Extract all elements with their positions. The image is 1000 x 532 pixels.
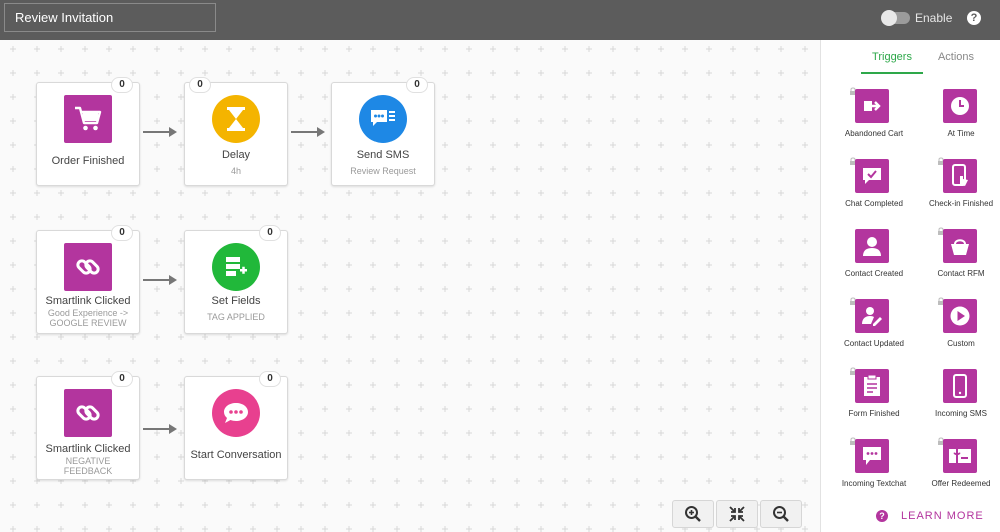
sms-bubble-icon (359, 95, 407, 143)
node-label: Order Finished (51, 155, 125, 167)
trigger-incoming-textchat[interactable]: Incoming Textchat (829, 434, 919, 504)
flow-arrow (143, 275, 177, 285)
flow-arrow (143, 424, 177, 434)
chat-dots-icon (212, 389, 260, 437)
enable-label: Enable (915, 11, 953, 25)
help-icon[interactable]: ? (967, 11, 981, 25)
cart-exit-icon (855, 89, 889, 123)
trigger-incoming-sms[interactable]: Incoming SMS (916, 364, 1000, 434)
trigger-label: Chat Completed (845, 199, 903, 208)
database-add-icon (212, 243, 260, 291)
zoom-out-icon (773, 506, 789, 522)
trigger-label: Custom (947, 339, 975, 348)
node-label: Start Conversation (190, 449, 282, 461)
trigger-contact-updated[interactable]: Contact Updated (829, 294, 919, 364)
trigger-label: At Time (947, 129, 975, 138)
help-icon: ? (876, 510, 888, 522)
node-start-conversation[interactable]: 0 Start Conversation (184, 371, 288, 480)
trigger-label: Incoming Textchat (841, 479, 907, 488)
node-sublabel: Review Request (350, 166, 416, 176)
trigger-abandoned-cart[interactable]: Abandoned Cart (829, 84, 919, 154)
node-count-badge: 0 (111, 225, 133, 241)
zoom-in-button[interactable] (672, 500, 714, 528)
trigger-label: Incoming SMS (934, 409, 988, 418)
flow-canvas[interactable]: 0 Order Finished 0 Delay 4h 0 Send SMS R… (0, 40, 820, 532)
person-icon (855, 229, 889, 263)
trigger-contact-rfm[interactable]: Contact RFM (916, 224, 1000, 294)
trigger-label: Form Finished (848, 409, 900, 418)
clipboard-icon (855, 369, 889, 403)
node-count-badge: 0 (189, 77, 211, 93)
node-count-badge: 0 (111, 77, 133, 93)
link-icon (64, 243, 112, 291)
person-edit-icon (855, 299, 889, 333)
trigger-label: Contact RFM (937, 269, 985, 278)
tab-actions[interactable]: Actions (929, 50, 983, 74)
trigger-offer-redeemed[interactable]: Offer Redeemed (916, 434, 1000, 504)
node-send-sms[interactable]: 0 Send SMS Review Request (331, 77, 435, 186)
trigger-custom[interactable]: Custom (916, 294, 1000, 364)
node-sublabel: NEGATIVE FEEDBACK (63, 456, 113, 476)
flow-arrow (143, 127, 177, 137)
compress-icon (729, 506, 745, 522)
node-label: Smartlink Clicked (45, 443, 131, 455)
hourglass-icon (212, 95, 260, 143)
trigger-check-in-finished[interactable]: Check-in Finished (916, 154, 1000, 224)
shopping-cart-icon (64, 95, 112, 143)
mobile-icon (943, 369, 977, 403)
link-icon (64, 389, 112, 437)
zoom-in-icon (685, 506, 701, 522)
trigger-at-time[interactable]: At Time (916, 84, 1000, 154)
clock-icon (943, 89, 977, 123)
chat-bubble-icon (855, 439, 889, 473)
gift-card-icon (943, 439, 977, 473)
node-count-badge: 0 (259, 371, 281, 387)
tab-triggers[interactable]: Triggers (861, 50, 923, 74)
top-bar: Enable ? (0, 0, 1000, 40)
zoom-out-button[interactable] (760, 500, 802, 528)
node-sublabel: TAG APPLIED (207, 312, 265, 322)
trigger-label: Check-in Finished (928, 199, 994, 208)
trigger-chat-completed[interactable]: Chat Completed (829, 154, 919, 224)
campaign-name-input[interactable] (4, 3, 216, 32)
fit-screen-button[interactable] (716, 500, 758, 528)
node-sublabel: Good Experience -> GOOGLE REVIEW (47, 308, 129, 328)
play-icon (943, 299, 977, 333)
node-label: Delay (221, 149, 251, 161)
trigger-form-finished[interactable]: Form Finished (829, 364, 919, 434)
node-delay[interactable]: 0 Delay 4h (184, 77, 288, 186)
learn-more-label: LEARN MORE (901, 510, 984, 522)
trigger-sidebar: Triggers Actions Abandoned Cart At Time Ch… (820, 40, 1000, 532)
flow-arrow (291, 127, 325, 137)
learn-more-link[interactable]: ? LEARN MORE (876, 510, 984, 522)
chat-check-icon (855, 159, 889, 193)
trigger-label: Abandoned Cart (844, 129, 904, 138)
node-sublabel: 4h (230, 166, 241, 176)
node-label: Smartlink Clicked (45, 295, 131, 307)
node-count-badge: 0 (259, 225, 281, 241)
basket-icon (943, 229, 977, 263)
node-order-finished[interactable]: 0 Order Finished (36, 77, 140, 186)
node-set-fields[interactable]: 0 Set Fields TAG APPLIED (184, 225, 288, 334)
trigger-label: Contact Created (844, 269, 904, 278)
node-label: Send SMS (356, 149, 410, 161)
trigger-label: Contact Updated (843, 339, 905, 348)
node-count-badge: 0 (111, 371, 133, 387)
node-label: Set Fields (211, 295, 261, 307)
phone-touch-icon (943, 159, 977, 193)
node-count-badge: 0 (406, 77, 428, 93)
trigger-contact-created[interactable]: Contact Created (829, 224, 919, 294)
node-smartlink-negative[interactable]: 0 Smartlink Clicked NEGATIVE FEEDBACK (36, 371, 140, 480)
node-smartlink-good[interactable]: 0 Smartlink Clicked Good Experience -> G… (36, 225, 140, 334)
trigger-label: Offer Redeemed (931, 479, 991, 488)
enable-toggle[interactable] (881, 10, 910, 26)
